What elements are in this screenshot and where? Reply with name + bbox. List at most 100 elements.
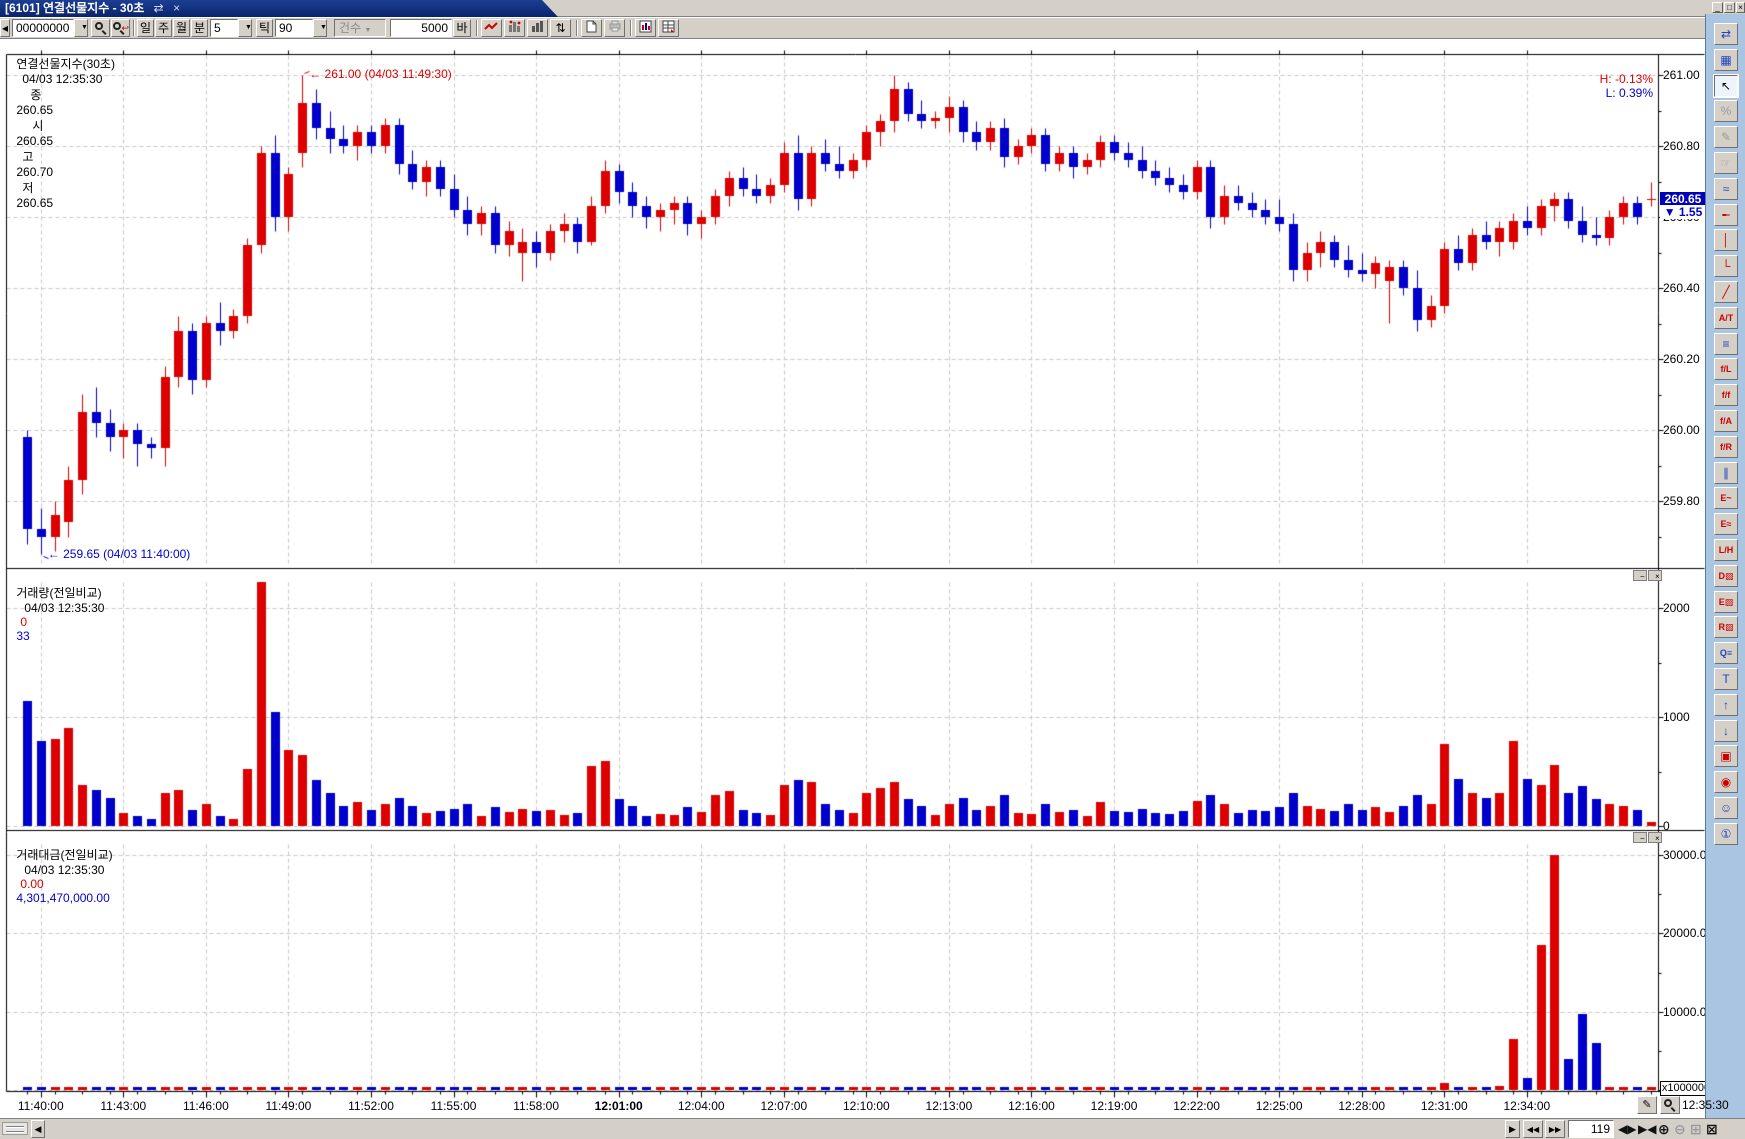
toolbar-back-icon[interactable]: ◂: [0, 19, 10, 37]
volume-close-icon[interactable]: ×: [1648, 570, 1662, 581]
main-chart-header: 연결선물지수(30초) 04/03 12:35:30 종 260.65 시 26…: [3, 41, 115, 224]
percent-scale-icon: %: [1714, 100, 1738, 122]
period-month-button[interactable]: 월: [173, 19, 190, 37]
volume-datetime: 04/03 12:35:30: [24, 601, 104, 615]
zigzag-line-icon[interactable]: ≈: [1714, 178, 1738, 200]
fibo-fan-icon[interactable]: f/f: [1714, 384, 1738, 406]
volume-minimize-icon[interactable]: −: [1633, 570, 1647, 581]
value-panel-buttons: − ×: [1633, 832, 1662, 843]
open-value: 260.65: [16, 134, 53, 148]
volume-title: 거래량(전일비교): [16, 586, 101, 600]
elliott-wave-icon[interactable]: E~: [1714, 487, 1738, 509]
elbow-line-icon[interactable]: └: [1714, 255, 1738, 277]
low-high-icon[interactable]: L/H: [1714, 539, 1738, 561]
symbol-code-dropdown-icon[interactable]: ▼: [74, 19, 88, 37]
r-pattern-icon[interactable]: R▨: [1714, 616, 1738, 638]
title-tab[interactable]: [6101] 연결선물지수 - 30초 ⇄ ×: [0, 0, 560, 17]
elliott-wave2-icon[interactable]: E≈: [1714, 513, 1738, 535]
period-tick-button[interactable]: 틱: [256, 19, 273, 37]
chart-settings-icon[interactable]: ▦: [1714, 49, 1738, 71]
chart-report-icon[interactable]: [635, 19, 656, 37]
titlebar: [6101] 연결선물지수 - 30초 ⇄ × _ □ ×: [0, 0, 1745, 17]
levels-icon[interactable]: ≡: [1714, 333, 1738, 355]
hl-percent: H: -0.13% L: 0.39%: [1395, 58, 1653, 114]
chart-canvas[interactable]: [0, 0, 1745, 1139]
volume-panel-header: 거래량(전일비교) 04/03 12:35:30 0 33: [3, 570, 104, 657]
scrollbar-grip[interactable]: [2, 1122, 28, 1135]
volume-prev: 0: [20, 615, 27, 629]
current-clock: 12:35:30: [1682, 1098, 1729, 1112]
refresh-icon[interactable]: ⇄: [1714, 23, 1738, 45]
close-button[interactable]: ×: [1736, 2, 1745, 13]
text-tool-icon[interactable]: T: [1714, 668, 1738, 690]
low-percent: L: 0.39%: [1606, 86, 1653, 100]
value-prev: 0.00: [20, 877, 43, 891]
zoom-out-icon-disabled: ⊖: [1674, 1120, 1686, 1138]
period-week-button[interactable]: 주: [155, 19, 172, 37]
edit-hand-icon: ✎: [1714, 126, 1738, 148]
value-close-icon[interactable]: ×: [1648, 832, 1662, 843]
new-document-icon[interactable]: [581, 19, 602, 37]
zoom-search-icon[interactable]: [1660, 1096, 1680, 1114]
current-price-tag: 260.65: [1660, 192, 1706, 206]
tick-value-select[interactable]: 90: [275, 19, 313, 37]
data-grid-icon[interactable]: [658, 19, 679, 37]
low-annotation: ← 259.65 (04/03 11:40:00): [48, 547, 191, 561]
visible-bars-input[interactable]: 119: [1568, 1120, 1614, 1138]
collapse-range-icon[interactable]: ▶◀: [1638, 1120, 1656, 1138]
header-datetime: 04/03 12:35:30: [22, 72, 102, 86]
link-icon[interactable]: ⇄: [154, 0, 164, 16]
horizontal-line-icon[interactable]: ╾: [1714, 204, 1738, 226]
rewind-icon[interactable]: ◀◀: [1523, 1120, 1543, 1138]
symbol-code-input[interactable]: 00000000: [12, 19, 74, 37]
text-annotation-icon[interactable]: A/T: [1714, 307, 1738, 329]
circle-marker-icon[interactable]: ◉: [1714, 771, 1738, 793]
cursor-icon[interactable]: ↖: [1714, 75, 1738, 97]
low-label: 저: [22, 181, 33, 195]
bar-count-input[interactable]: 5000: [390, 19, 452, 37]
search-icon[interactable]: [91, 19, 110, 37]
sort-updown-icon[interactable]: ⇅: [550, 19, 571, 37]
line-chart-icon[interactable]: [481, 19, 502, 37]
diagonal-line-icon[interactable]: ╱: [1714, 281, 1738, 303]
minute-value-select[interactable]: 5: [210, 19, 238, 37]
toolbar: ◂ 00000000 ▼ ↩ 일 주 월 분 5 ▼ 틱 90 ▼ 건수 ▼ 5…: [0, 18, 1745, 39]
value-datetime: 04/03 12:35:30: [24, 863, 104, 877]
play-icon[interactable]: ▶: [1505, 1120, 1520, 1138]
bar-chart-icon[interactable]: [527, 19, 548, 37]
minute-dropdown-icon[interactable]: ▼: [238, 19, 252, 37]
bar-chart-compare-icon[interactable]: [504, 19, 525, 37]
maximize-button[interactable]: □: [1724, 2, 1735, 13]
tab-close-icon[interactable]: ×: [173, 0, 180, 16]
expand-range-icon[interactable]: ◀▶: [1618, 1120, 1636, 1138]
fibo-arc-icon[interactable]: f/A: [1714, 410, 1738, 432]
grid-view-icon-disabled: ⊞: [1690, 1120, 1702, 1138]
minimize-button[interactable]: _: [1712, 2, 1723, 13]
fibo-levels-icon[interactable]: f/L: [1714, 358, 1738, 380]
scroll-left-icon[interactable]: ◀: [31, 1120, 45, 1138]
value-minimize-icon[interactable]: −: [1633, 832, 1647, 843]
fast-forward-icon[interactable]: ▶▶: [1545, 1120, 1565, 1138]
fibo-retrace-icon[interactable]: f/R: [1714, 436, 1738, 458]
arrow-up-icon[interactable]: ↑: [1714, 694, 1738, 716]
quote-list-icon[interactable]: Q≡: [1714, 642, 1738, 664]
period-day-button[interactable]: 일: [137, 19, 154, 37]
d-pattern-icon[interactable]: D▨: [1714, 565, 1738, 587]
draw-pencil-icon[interactable]: ✎: [1637, 1096, 1657, 1114]
bars-apply-button[interactable]: 바: [453, 19, 471, 37]
smiley-marker-icon[interactable]: ☺: [1714, 797, 1738, 819]
e-pattern-icon[interactable]: E▨: [1714, 591, 1738, 613]
tick-dropdown-icon[interactable]: ▼: [313, 19, 327, 37]
number-marker-icon[interactable]: ①: [1714, 823, 1738, 845]
zoom-in-icon[interactable]: ⊕: [1658, 1120, 1670, 1138]
search-recent-icon[interactable]: ↩: [111, 19, 130, 37]
vertical-line-icon[interactable]: │: [1714, 229, 1738, 251]
arrow-down-icon[interactable]: ↓: [1714, 720, 1738, 742]
symbol-name: 연결선물지수(30초): [16, 57, 115, 71]
close-chart-icon[interactable]: ⊠: [1706, 1120, 1718, 1138]
period-minute-button[interactable]: 분: [191, 19, 208, 37]
square-marker-icon[interactable]: ▣: [1714, 745, 1738, 767]
high-annotation: ← 261.00 (04/03 11:49:30): [309, 67, 452, 81]
parallel-lines-icon[interactable]: ∥: [1714, 462, 1738, 484]
chart-application-window: [6101] 연결선물지수 - 30초 ⇄ × _ □ × ◂ 00000000…: [0, 0, 1745, 1139]
